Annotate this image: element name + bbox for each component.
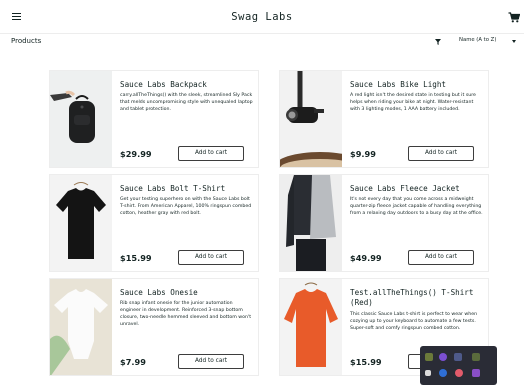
sort-filter-icon[interactable] xyxy=(435,39,441,45)
product-description: This classic Sauce Labs t-shirt is perfe… xyxy=(350,312,478,331)
app-icon[interactable] xyxy=(472,353,480,361)
product-image-bike-light[interactable] xyxy=(280,71,342,167)
product-name[interactable]: Sauce Labs Fleece Jacket xyxy=(350,184,482,194)
product-name[interactable]: Sauce Labs Backpack xyxy=(120,80,252,90)
product-description: A red light isn't the desired state in t… xyxy=(350,93,476,112)
add-to-cart-button[interactable]: Add to cart xyxy=(178,354,244,369)
product-description: Get your testing superhero on with the S… xyxy=(120,197,252,216)
product-price: $7.99 xyxy=(120,357,146,367)
product-image-onesie[interactable] xyxy=(50,279,112,375)
product-image-red-tshirt[interactable] xyxy=(280,279,342,375)
app-icon[interactable] xyxy=(425,353,433,361)
product-description: Rib snap infant onesie for the junior au… xyxy=(120,301,252,327)
add-to-cart-button[interactable]: Add to cart xyxy=(408,250,474,265)
product-name[interactable]: Sauce Labs Bolt T-Shirt xyxy=(120,184,252,194)
app-icon[interactable] xyxy=(454,353,462,361)
app-icon[interactable] xyxy=(472,369,480,377)
page-title: Products xyxy=(11,37,42,45)
product-price: $49.99 xyxy=(350,253,382,263)
app-icon[interactable] xyxy=(425,370,431,376)
product-image-backpack[interactable] xyxy=(50,71,112,167)
product-price: $29.99 xyxy=(120,149,152,159)
app-title: Swag Labs xyxy=(231,11,293,23)
product-name[interactable]: Sauce Labs Onesie xyxy=(120,288,252,298)
add-to-cart-button[interactable]: Add to cart xyxy=(178,146,244,161)
product-card: Sauce Labs Backpack carry.allTheThings()… xyxy=(49,70,259,168)
product-name[interactable]: Sauce Labs Bike Light xyxy=(350,80,482,90)
product-price: $15.99 xyxy=(350,357,382,367)
app-icon[interactable] xyxy=(439,353,447,361)
add-to-cart-button[interactable]: Add to cart xyxy=(178,250,244,265)
product-description: It's not every day that you come across … xyxy=(350,197,483,216)
product-price: $9.99 xyxy=(350,149,376,159)
app-icon[interactable] xyxy=(455,369,463,377)
system-tray-popup xyxy=(420,346,497,385)
product-name[interactable]: Test.allTheThings() T-Shirt (Red) xyxy=(350,288,482,308)
product-image-fleece-jacket[interactable] xyxy=(280,175,342,271)
bluetooth-icon[interactable] xyxy=(439,369,447,377)
sort-dropdown[interactable]: Name (A to Z) xyxy=(459,37,496,43)
product-description: carry.allTheThings() with the sleek, str… xyxy=(120,93,253,112)
product-image-bolt-tshirt[interactable] xyxy=(50,175,112,271)
products-subheader: Products Name (A to Z) xyxy=(0,34,524,51)
add-to-cart-button[interactable]: Add to cart xyxy=(408,146,474,161)
product-card: Sauce Labs Fleece Jacket It's not every … xyxy=(279,174,489,272)
shopping-cart-icon[interactable] xyxy=(508,12,520,23)
product-price: $15.99 xyxy=(120,253,152,263)
product-card: Sauce Labs Bolt T-Shirt Get your testing… xyxy=(49,174,259,272)
product-card: Sauce Labs Onesie Rib snap infant onesie… xyxy=(49,278,259,376)
chevron-down-icon[interactable] xyxy=(512,40,516,43)
app-header: Swag Labs xyxy=(0,0,524,34)
product-card: Sauce Labs Bike Light A red light isn't … xyxy=(279,70,489,168)
